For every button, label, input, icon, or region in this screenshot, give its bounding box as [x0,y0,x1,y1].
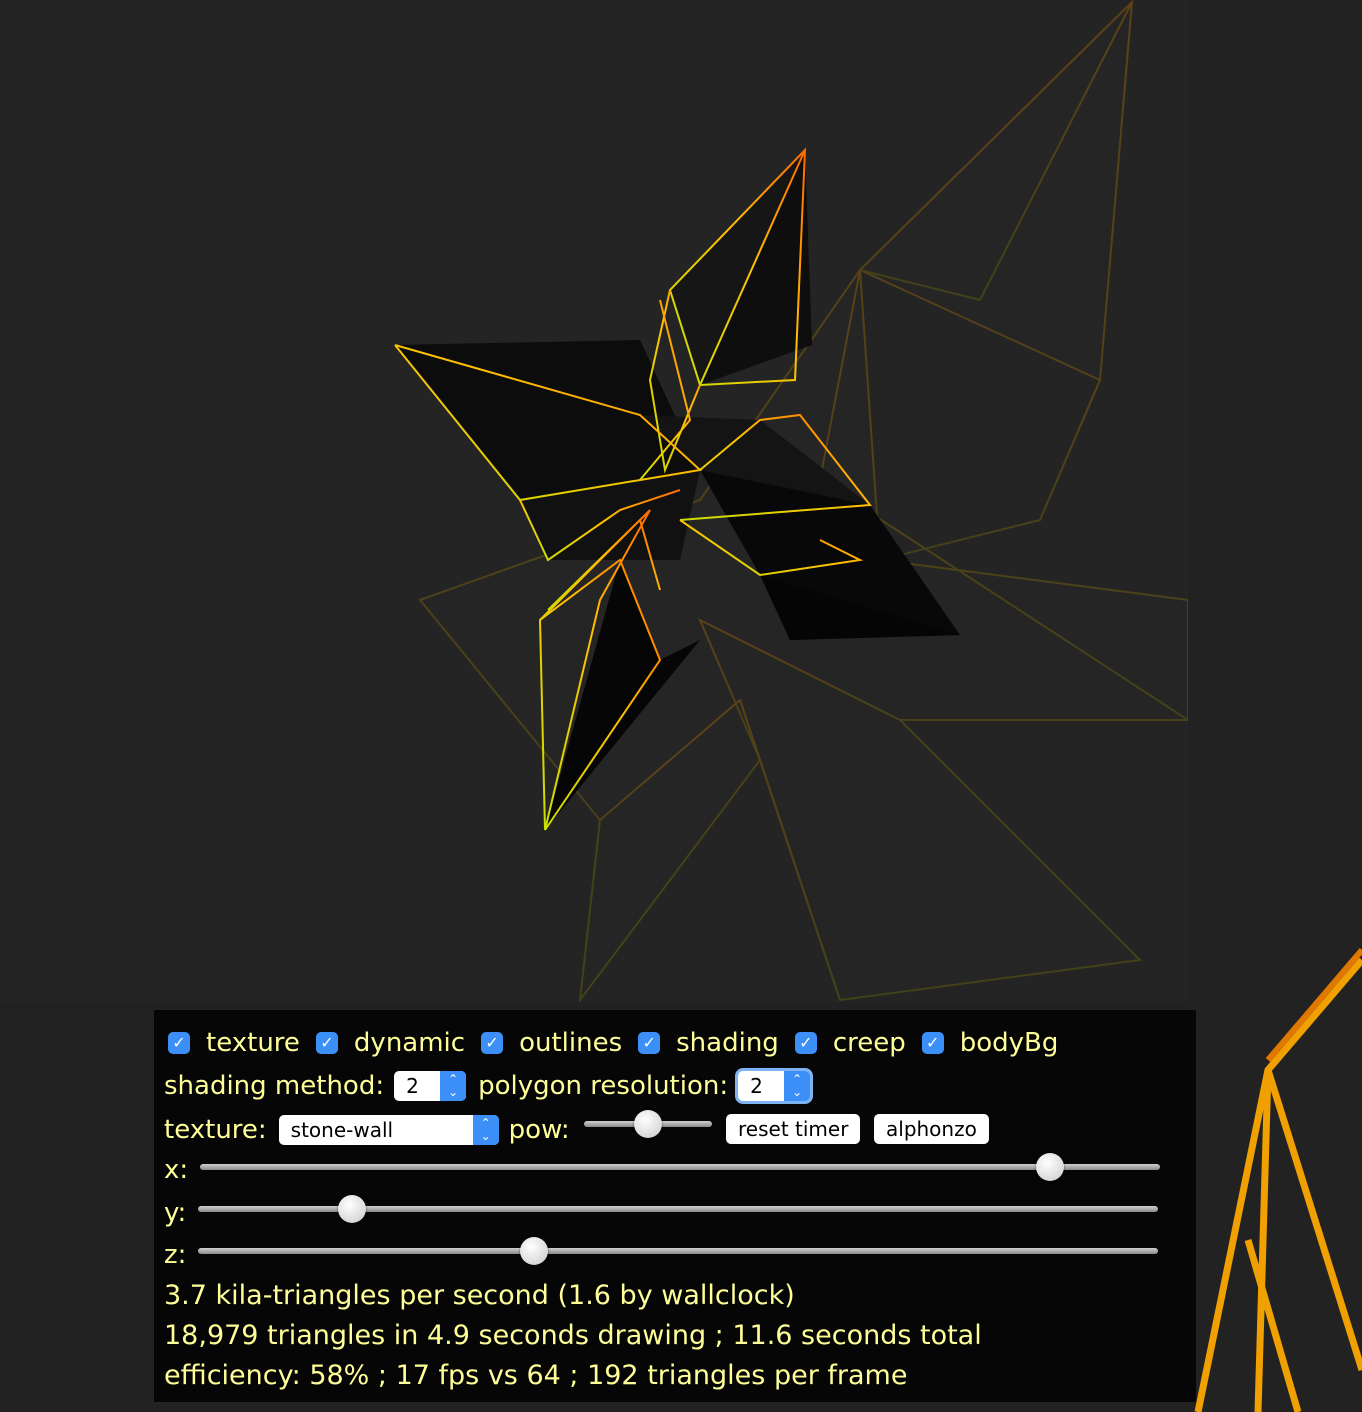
shading-checkbox-label: shading [676,1028,779,1058]
alphonzo-button[interactable]: alphonzo [874,1114,989,1144]
y-slider-label: y: [164,1198,187,1228]
polygon-render [394,0,1189,1004]
bodybg-checkbox-label: bodyBg [959,1028,1059,1058]
method-row: shading method: 2 ⌃ ⌄ polygon resolution:… [164,1066,811,1106]
shading-method-label: shading method: [164,1071,385,1101]
shading-method-select[interactable]: 2 ⌃ ⌄ [394,1071,467,1101]
rate-stat: 3.7 kila-triangles per second (1.6 by wa… [164,1280,795,1311]
outlines-checkbox[interactable]: ✓ [481,1032,504,1054]
pow-slider-thumb[interactable] [634,1110,662,1138]
efficiency-stat: efficiency: 58% ; 17 fps vs 64 ; 192 tri… [164,1360,908,1391]
polygon-resolution-select[interactable]: 2 ⌃ ⌄ [738,1071,811,1101]
toggle-row: ✓ texture ✓ dynamic ✓ outlines ✓ shading… [168,1023,1074,1063]
z-slider-thumb[interactable] [520,1237,548,1265]
x-slider-track[interactable] [200,1164,1160,1170]
texture-row: texture: stone-wall ⌃ ⌄ pow: [164,1110,570,1150]
triangle-count-stat: 18,979 triangles in 4.9 seconds drawing … [164,1320,982,1351]
bodybg-checkbox[interactable]: ✓ [921,1032,944,1054]
reset-timer-button[interactable]: reset timer [726,1114,861,1144]
x-slider-label: x: [164,1155,189,1185]
stepper-arrows-icon: ⌃ ⌄ [472,1115,499,1145]
creep-checkbox[interactable]: ✓ [794,1032,817,1054]
shading-checkbox[interactable]: ✓ [638,1032,661,1054]
polygon-resolution-label: polygon resolution: [478,1071,729,1101]
dynamic-checkbox-label: dynamic [353,1028,466,1058]
texture-select-label: texture: [164,1115,267,1145]
control-panel: ✓ texture ✓ dynamic ✓ outlines ✓ shading… [154,1010,1196,1402]
zoomed-fragment [1194,948,1362,1412]
texture-checkbox-label: texture [206,1028,300,1058]
z-slider-label: z: [164,1240,187,1270]
texture-select[interactable]: stone-wall ⌃ ⌄ [278,1115,499,1145]
z-slider-track[interactable] [198,1248,1158,1254]
shading-method-value: 2 [406,1074,419,1098]
polygon-resolution-value: 2 [750,1074,763,1098]
creep-checkbox-label: creep [832,1028,906,1058]
stepper-arrows-icon: ⌃ ⌄ [784,1071,811,1101]
outlines-checkbox-label: outlines [519,1028,623,1058]
dynamic-checkbox[interactable]: ✓ [315,1032,338,1054]
stepper-arrows-icon: ⌃ ⌄ [440,1071,467,1101]
y-slider-thumb[interactable] [337,1195,366,1223]
texture-checkbox[interactable]: ✓ [168,1032,190,1054]
texture-select-value: stone-wall [290,1118,394,1142]
render-canvas [0,0,1189,1004]
pow-label: pow: [508,1115,570,1145]
x-slider-thumb[interactable] [1035,1153,1064,1181]
